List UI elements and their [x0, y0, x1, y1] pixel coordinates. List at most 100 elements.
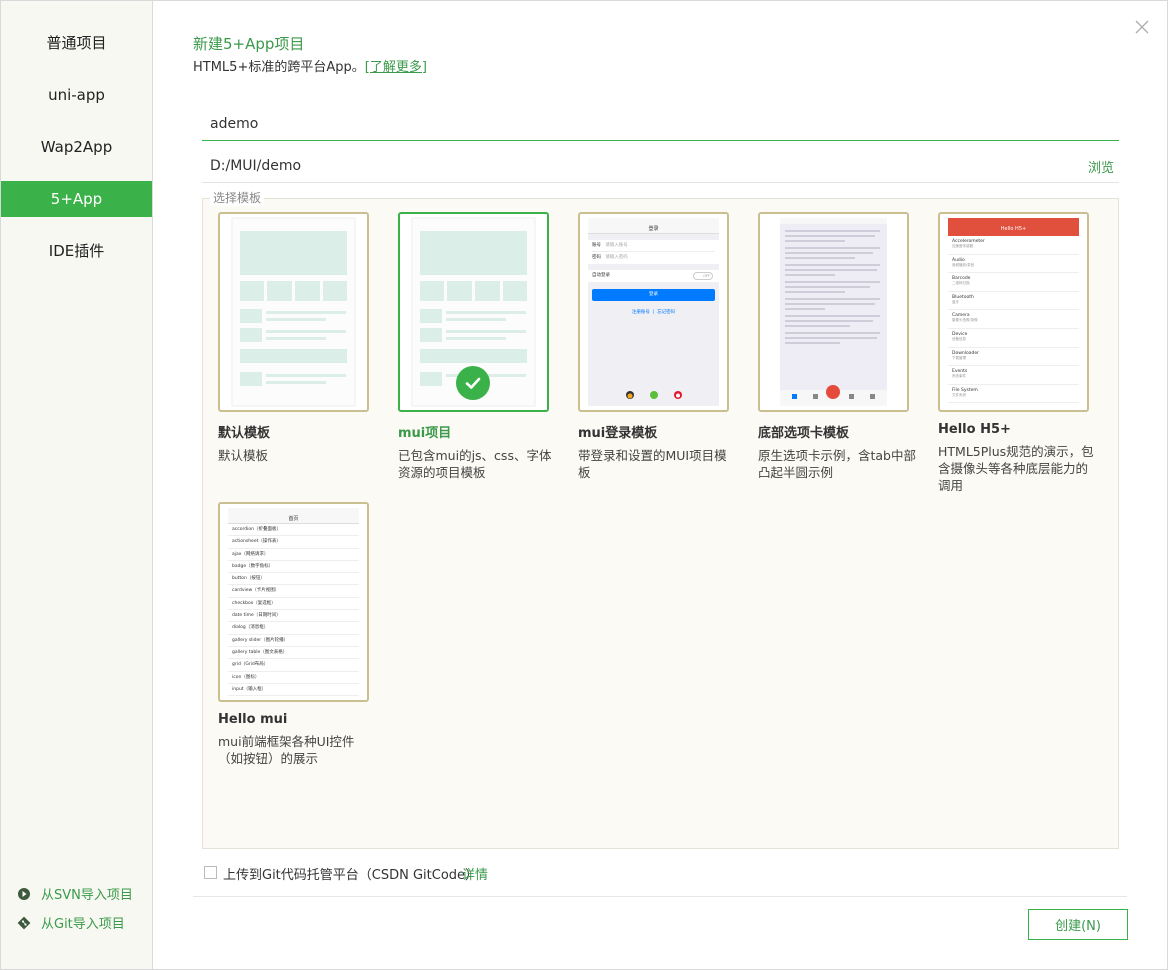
project-location-input[interactable] — [202, 150, 1072, 182]
template-desc: 默认模板 — [218, 448, 269, 463]
mock-list-row: Camera 摄像头拍照/录像 — [948, 310, 1079, 329]
mock-list-row: ajax（网络请求） — [228, 549, 359, 561]
template-mui-login[interactable]: 登录 账号 请输入账号 密码 请输入密码 自动登录 OFF 登录 注册账号 | … — [578, 212, 744, 481]
sidebar-item-label: 5+App — [50, 190, 103, 208]
mock-row-subtitle: 二维码扫描 — [952, 281, 970, 286]
h5plus-phone-preview: Hello H5+ Accelerometer 加速度传感器 Audio 音频播放/录… — [948, 218, 1079, 406]
template-default[interactable]: 默认模板 默认模板 — [218, 212, 384, 464]
mock-list-row: Device 设备信息 — [948, 329, 1079, 348]
mock-label: 自动登录 — [592, 273, 610, 278]
hellomui-mock-list: accordion（折叠面板） actionsheet（操作表） ajax（网络请求… — [228, 524, 359, 696]
template-mui[interactable]: mui项目 已包含mui的js、css、字体资源的项目模板 — [398, 212, 564, 481]
hellomui-phone-preview: 首页 accordion（折叠面板） actionsheet（操作表） ajax（网… — [228, 508, 359, 696]
sidebar-item-label: uni-app — [48, 86, 105, 104]
browse-button[interactable]: 浏览 — [1088, 157, 1114, 176]
tab-layout-preview — [780, 218, 887, 406]
dialog-title: 新建5+App项目 — [193, 35, 305, 53]
mock-list-row: Downloader 下载管理 — [948, 348, 1079, 367]
mock-list-row: gallery slider（图片轮播） — [228, 635, 359, 647]
mock-label: 密码 — [592, 255, 601, 260]
import-from-git-link[interactable]: 从Git导入项目 — [17, 913, 125, 932]
learn-more-link[interactable]: [了解更多] — [365, 60, 427, 75]
template-hello-mui[interactable]: 首页 accordion（折叠面板） actionsheet（操作表） ajax（网… — [218, 502, 384, 767]
git-detail-link[interactable]: 详情 — [462, 864, 488, 883]
h5plus-mock-list: Accelerometer 加速度传感器 Audio 音频播放/录音 Barcode 二维… — [948, 236, 1079, 404]
mock-list-row: accordion（折叠面板） — [228, 524, 359, 537]
subtitle-text: HTML5+标准的跨平台App。 — [193, 60, 365, 75]
template-hello-h5plus[interactable]: Hello H5+ Accelerometer 加速度传感器 Audio 音频播放/录… — [938, 212, 1104, 494]
template-desc: mui前端框架各种UI控件（如按钮）的展示 — [218, 734, 355, 766]
close-icon[interactable] — [1131, 16, 1153, 38]
mock-label: 账号 — [592, 243, 601, 248]
template-thumbnail — [758, 212, 909, 412]
mock-list-row: actionsheet（操作表） — [228, 536, 359, 549]
dialog-subtitle: HTML5+标准的跨平台App。[了解更多] — [193, 56, 427, 75]
svn-icon — [17, 887, 31, 901]
sidebar-item-wap2app[interactable]: Wap2App — [1, 129, 152, 165]
mock-list-row: File System 文件系统 — [948, 385, 1079, 404]
template-desc: HTML5Plus规范的演示，包含摄像头等各种底层能力的调用 — [938, 444, 1094, 493]
mock-row-subtitle: 音频播放/录音 — [952, 262, 975, 267]
import-svn-label: 从SVN导入项目 — [41, 888, 133, 903]
mock-nav-title: 首页 — [228, 514, 359, 524]
mock-list-row: badge（数字角标） — [228, 561, 359, 574]
template-name: 底部选项卡模板 — [758, 426, 850, 441]
sidebar-item-label: 普通项目 — [46, 34, 107, 52]
sidebar-item-uni-app[interactable]: uni-app — [1, 77, 152, 113]
mock-link: 注册账号 — [631, 310, 650, 315]
sidebar-item-ide-plugin[interactable]: IDE插件 — [1, 233, 152, 269]
template-thumbnail: 首页 accordion（折叠面板） actionsheet（操作表） ajax（网… — [218, 502, 369, 702]
location-divider — [202, 182, 1119, 183]
project-type-sidebar: 普通项目 uni-app Wap2App 5+App IDE插件 从SVN导入项… — [1, 1, 153, 969]
mock-list-row: grid（Grid布局） — [228, 659, 359, 672]
template-name: mui登录模板 — [578, 426, 658, 441]
mock-list-row: Accelerometer 加速度传感器 — [948, 236, 1079, 255]
import-git-label: 从Git导入项目 — [41, 917, 125, 932]
import-from-svn-link[interactable]: 从SVN导入项目 — [17, 884, 133, 903]
mock-row-subtitle: 蓝牙 — [952, 299, 959, 304]
upload-to-git-checkbox[interactable] — [204, 866, 217, 879]
mock-row-subtitle: 加速度传感器 — [952, 244, 973, 248]
footer-divider — [193, 896, 1127, 897]
mock-list-row: input（输入框） — [228, 684, 359, 696]
mock-list-row: Events 系统事件 — [948, 366, 1079, 385]
template-section-label: 选择模板 — [210, 189, 265, 206]
upload-to-git-label: 上传到Git代码托管平台（CSDN GitCode） — [223, 868, 479, 883]
template-name: Hello H5+ — [938, 422, 1011, 437]
mock-placeholder: 请输入账号 — [605, 243, 628, 248]
sidebar-item-label: Wap2App — [40, 138, 113, 156]
mock-list-row: Barcode 二维码扫描 — [948, 273, 1079, 292]
mock-list-row: cardview（卡片视图） — [228, 585, 359, 598]
mock-row-subtitle: 设备信息 — [952, 336, 966, 341]
mock-toggle: OFF — [693, 272, 713, 280]
mock-list-row: dialog（消息框） — [228, 622, 359, 635]
template-name: 默认模板 — [218, 426, 271, 441]
mock-list-row: gallery table（图文表格） — [228, 647, 359, 660]
mock-row-subtitle: 下载管理 — [952, 355, 966, 360]
template-bottom-tab[interactable]: 底部选项卡模板 原生选项卡示例，含tab中部凸起半圆示例 — [758, 212, 924, 481]
mock-link: 忘记密码 — [657, 310, 676, 315]
create-button[interactable]: 创建(N) — [1028, 909, 1128, 940]
mock-list-row: button（按钮） — [228, 573, 359, 586]
sidebar-item-5plus-app[interactable]: 5+App — [1, 181, 152, 217]
template-thumbnail: 登录 账号 请输入账号 密码 请输入密码 自动登录 OFF 登录 注册账号 | … — [578, 212, 729, 412]
template-name: mui项目 — [398, 426, 452, 441]
new-project-dialog: 普通项目 uni-app Wap2App 5+App IDE插件 从SVN导入项… — [0, 0, 1168, 970]
sidebar-item-label: IDE插件 — [48, 242, 105, 260]
git-icon — [17, 916, 31, 930]
mock-row-subtitle: 系统事件 — [952, 374, 966, 379]
mock-login-button: 登录 — [592, 289, 715, 301]
mock-placeholder: 请输入密码 — [605, 255, 628, 260]
mock-nav-title: 登录 — [588, 224, 719, 234]
mock-list-row: date time（日期时间） — [228, 610, 359, 623]
mock-nav-title: Hello H5+ — [948, 218, 1079, 236]
template-thumbnail — [218, 212, 369, 412]
default-layout-preview — [231, 217, 356, 407]
template-desc: 原生选项卡示例，含tab中部凸起半圆示例 — [758, 448, 916, 480]
mock-row-subtitle: 摄像头拍照/录像 — [952, 318, 978, 323]
template-desc: 已包含mui的js、css、字体资源的项目模板 — [398, 448, 552, 480]
sidebar-item-normal-project[interactable]: 普通项目 — [1, 25, 152, 61]
template-thumbnail: Hello H5+ Accelerometer 加速度传感器 Audio 音频播放/录… — [938, 212, 1089, 412]
project-name-input[interactable] — [202, 107, 1119, 141]
mock-list-row: Bluetooth 蓝牙 — [948, 292, 1079, 311]
